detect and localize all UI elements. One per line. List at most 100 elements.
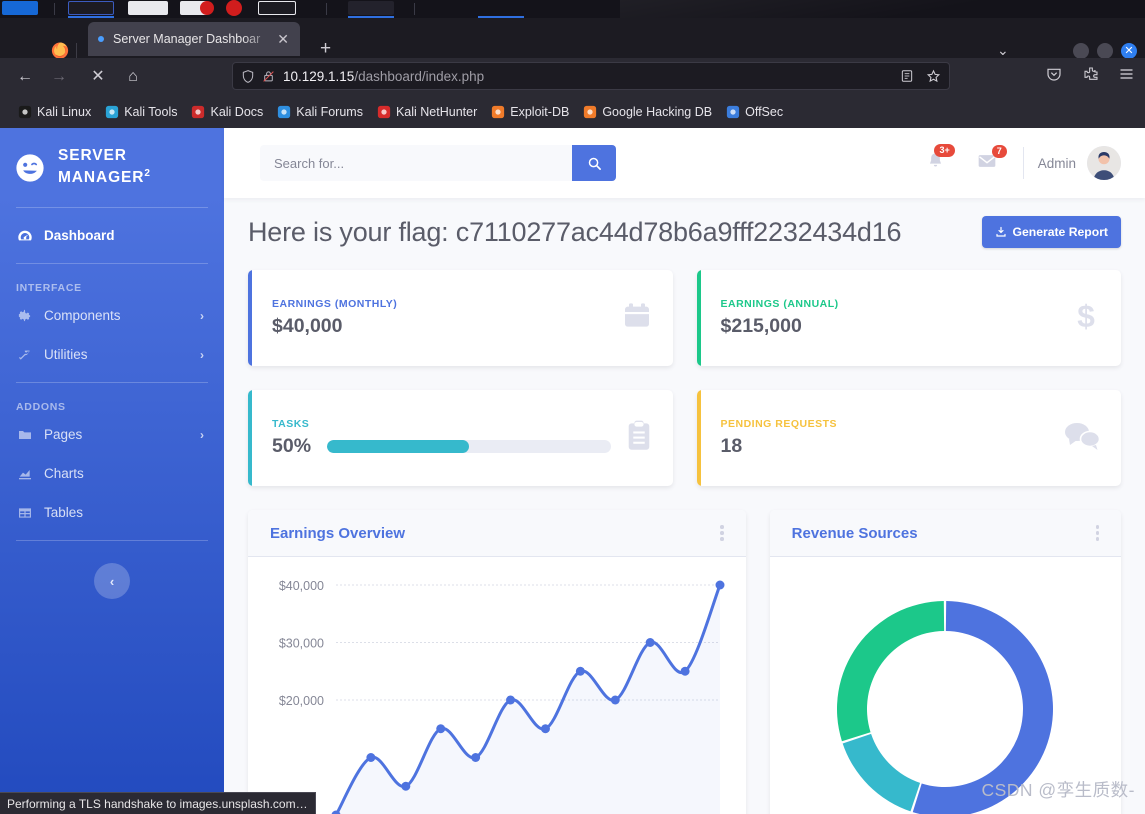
alerts-button[interactable]: 3+ — [910, 144, 961, 175]
list-all-tabs-icon[interactable]: ⌄ — [997, 42, 1009, 59]
back-icon[interactable]: ← — [15, 68, 35, 86]
taskbar-tile[interactable] — [226, 0, 242, 16]
chart-data-point[interactable] — [610, 695, 620, 705]
taskbar-tile[interactable] — [2, 1, 38, 15]
donut-segment[interactable] — [842, 733, 921, 812]
taskbar-tile[interactable] — [258, 1, 296, 15]
bookmark-item[interactable]: OffSec — [720, 102, 789, 122]
bookmarks-toolbar: Kali Linux Kali Tools Kali Docs Kali Forums… — [0, 96, 1145, 128]
offsec-icon — [726, 105, 740, 119]
chart-data-point[interactable] — [540, 724, 550, 734]
brand-line-2: MANAGER — [58, 169, 145, 187]
chart-data-point[interactable] — [575, 666, 585, 676]
browser-tab-bar: Server Manager Dashboar ✕ + ⌄ ✕ — [0, 18, 1145, 61]
topbar: 3+ 7 Admin — [224, 128, 1145, 198]
sidebar-collapse-button[interactable]: ‹ — [94, 563, 130, 599]
taskbar-tile[interactable] — [128, 1, 168, 15]
window-maximize-button[interactable] — [1097, 43, 1113, 59]
ellipsis-vertical-icon[interactable] — [720, 525, 724, 541]
chart-data-point[interactable] — [645, 638, 655, 647]
messages-badge: 7 — [991, 144, 1007, 158]
messages-button[interactable]: 7 — [961, 144, 1013, 175]
bookmark-item[interactable]: Kali Forums — [271, 102, 369, 122]
wink-face-logo-icon — [16, 153, 44, 182]
brand-logo[interactable]: SERVER MANAGER2 — [0, 128, 224, 199]
os-taskbar-strip — [0, 0, 1145, 18]
window-close-button[interactable]: ✕ — [1121, 43, 1137, 59]
chart-data-point[interactable] — [715, 580, 725, 590]
bookmark-item[interactable]: Kali Tools — [99, 102, 183, 122]
stat-card-value: 50% — [272, 435, 312, 457]
bookmark-item[interactable]: Kali NetHunter — [371, 102, 483, 122]
stat-card-label: EARNINGS (MONTHLY) — [272, 298, 398, 310]
home-icon[interactable]: ⌂ — [123, 68, 143, 86]
ellipsis-vertical-icon[interactable] — [1095, 525, 1099, 541]
reader-view-icon[interactable] — [900, 69, 914, 83]
sidebar-item-components[interactable]: Components › — [0, 296, 224, 335]
hamburger-menu-icon[interactable] — [1118, 66, 1135, 82]
url-path: /dashboard/index.php — [354, 68, 485, 84]
alerts-badge: 3+ — [934, 144, 955, 157]
brand-superscript: 2 — [144, 167, 151, 179]
address-bar[interactable]: 10.129.1.15 /dashboard/index.php — [232, 62, 950, 90]
chart-data-point[interactable] — [471, 753, 481, 762]
google-hacking-db-icon — [584, 105, 597, 119]
donut-segment[interactable] — [837, 601, 945, 742]
screen: Server Manager Dashboar ✕ + ⌄ ✕ ← → ✕ ⌂ … — [0, 0, 1145, 814]
pocket-icon[interactable] — [1046, 66, 1062, 82]
browser-tab[interactable]: Server Manager Dashboar ✕ — [88, 22, 300, 56]
y-axis-tick-label: $30,000 — [279, 637, 324, 651]
user-name: Admin — [1037, 155, 1076, 171]
window-minimize-button[interactable] — [1073, 43, 1089, 59]
chart-data-point[interactable] — [401, 781, 411, 791]
bookmark-item[interactable]: Kali Linux — [12, 102, 97, 122]
search-bar[interactable] — [260, 145, 616, 181]
sidebar-item-tables[interactable]: Tables — [0, 493, 224, 532]
sidebar-item-utilities[interactable]: Utilities › — [0, 335, 224, 374]
web-page: SERVER MANAGER2 Dashboard INTERFACE Comp… — [0, 128, 1145, 814]
forward-icon: → — [51, 68, 67, 85]
taskbar-tile[interactable] — [348, 1, 394, 15]
comments-icon — [1063, 421, 1101, 456]
sidebar-item-charts[interactable]: Charts — [0, 454, 224, 493]
stat-card-pending-requests[interactable]: PENDING REQUESTS 18 — [696, 390, 1121, 486]
new-tab-button[interactable]: + — [320, 39, 331, 58]
bookmark-item[interactable]: Exploit-DB — [485, 102, 575, 122]
bookmark-star-icon[interactable] — [926, 69, 941, 84]
tasks-progress-bar — [327, 440, 611, 453]
search-input[interactable] — [260, 145, 572, 181]
bookmark-item[interactable]: Google Hacking DB — [577, 102, 718, 122]
search-button[interactable] — [572, 145, 616, 181]
topbar-right: 3+ 7 Admin — [910, 144, 1121, 180]
sidebar-item-dashboard[interactable]: Dashboard — [0, 216, 224, 255]
content-area: 3+ 7 Admin — [224, 128, 1145, 814]
avatar[interactable] — [1087, 146, 1121, 180]
card-title: Revenue Sources — [791, 524, 918, 542]
lock-crossed-icon[interactable] — [262, 69, 275, 84]
stat-card-value: $215,000 — [720, 315, 802, 337]
chart-data-point[interactable] — [680, 666, 690, 676]
bookmark-item[interactable]: Kali Docs — [185, 102, 269, 122]
sidebar-item-label: Dashboard — [44, 228, 115, 243]
stop-icon[interactable]: ✕ — [88, 68, 108, 86]
bookmark-label: Google Hacking DB — [602, 105, 713, 119]
stat-card-earnings-annual[interactable]: EARNINGS (ANNUAL) $215,000 $ — [696, 270, 1121, 366]
page-header: Here is your flag: c7110277ac44d78b6a9ff… — [248, 216, 1121, 248]
donut-segment[interactable] — [913, 601, 1054, 814]
chart-data-point[interactable] — [366, 753, 376, 762]
user-avatar-icon — [1087, 146, 1121, 180]
taskbar-tile[interactable] — [68, 1, 114, 15]
chart-data-point[interactable] — [506, 695, 516, 705]
generate-report-button[interactable]: Generate Report — [981, 216, 1121, 248]
extensions-icon[interactable] — [1083, 66, 1099, 82]
svg-text:$: $ — [1077, 299, 1095, 333]
tab-close-icon[interactable]: ✕ — [274, 30, 292, 48]
stat-card-tasks[interactable]: TASKS 50% — [248, 390, 673, 486]
chart-area-icon — [16, 465, 33, 482]
tab-title: Server Manager Dashboar — [113, 32, 261, 46]
sidebar-item-pages[interactable]: Pages › — [0, 415, 224, 454]
brand-line-1: SERVER — [58, 147, 127, 164]
earnings-overview-card: Earnings Overview $20,000 $30,000 $40,000 — [248, 510, 746, 814]
chart-data-point[interactable] — [436, 724, 446, 734]
stat-card-earnings-monthly[interactable]: EARNINGS (MONTHLY) $40,000 — [248, 270, 673, 366]
